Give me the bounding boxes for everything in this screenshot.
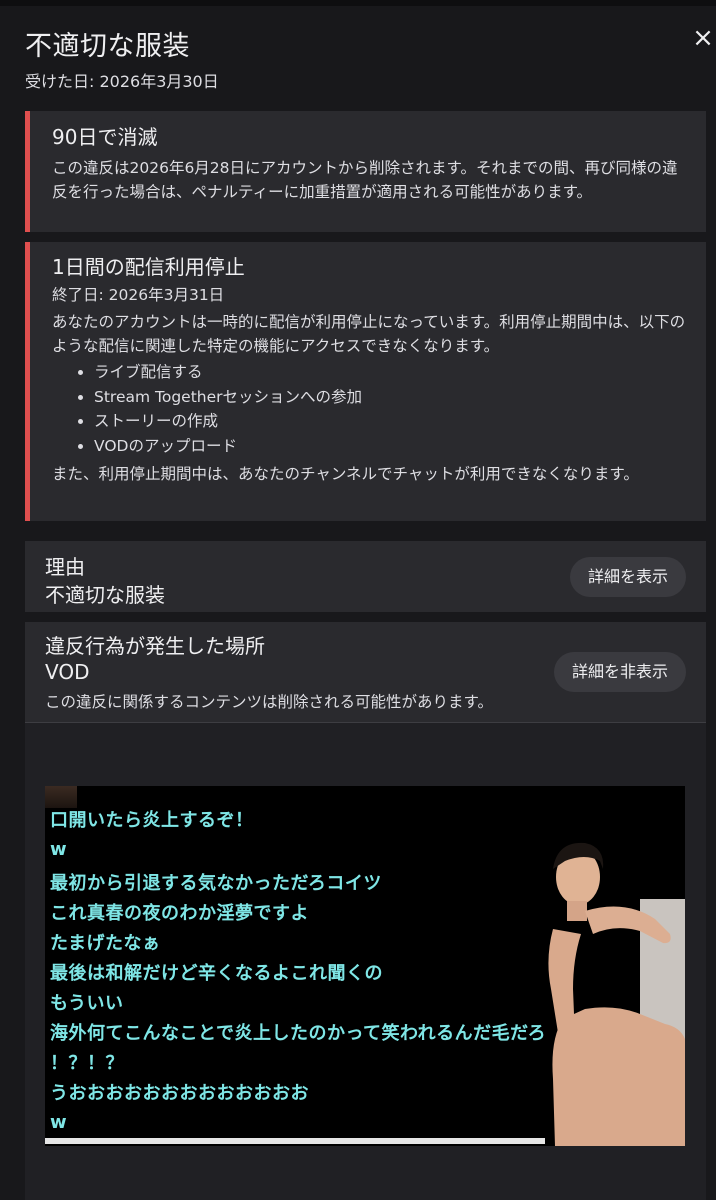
list-item: VODのアップロード — [94, 434, 692, 459]
location-section: 違反行為が発生した場所 VOD この違反に関係するコンテンツは削除される可能性が… — [25, 622, 706, 722]
received-date: 受けた日: 2026年3月30日 — [25, 72, 219, 91]
list-item: ストーリーの作成 — [94, 409, 692, 434]
list-item: Stream Togetherセッションへの参加 — [94, 385, 692, 410]
list-item: ライブ配信する — [94, 360, 692, 385]
chat-line: 最初から引退する気なかっただろコイツ — [50, 873, 382, 894]
suspension-end-date: 終了日: 2026年3月31日 — [52, 286, 225, 304]
reason-label: 理由 — [45, 555, 85, 579]
dialog-title: 不適切な服装 — [25, 31, 190, 62]
chat-line: w — [50, 1112, 68, 1133]
playback-progress-bar[interactable] — [45, 1138, 545, 1144]
close-icon[interactable]: × — [690, 24, 716, 52]
location-value: VOD — [45, 660, 90, 684]
vod-frame[interactable]: 口開いたら炎上するぞ！ w 最初から引退する気なかっただろコイツ これ真春の夜の… — [45, 786, 685, 1146]
chat-line: ！？！？ — [50, 1053, 124, 1074]
chat-line: うおおおおおおおおおおおおお — [50, 1083, 309, 1104]
hide-details-button[interactable]: 詳細を非表示 — [553, 652, 686, 692]
chat-line: もういい — [50, 993, 124, 1014]
show-details-button[interactable]: 詳細を表示 — [569, 557, 686, 597]
expiration-card: 90日で消滅 この違反は2026年6月28日にアカウントから削除されます。それま… — [25, 111, 706, 232]
chat-avatar — [45, 786, 77, 808]
location-label: 違反行為が発生した場所 — [45, 634, 265, 658]
chat-line: 最後は和解だけど辛くなるよこれ聞くの — [50, 963, 383, 984]
location-note: この違反に関係するコンテンツは削除される可能性があります。 — [45, 693, 493, 711]
chat-line: これ真春の夜のわか淫夢ですよ — [50, 903, 309, 924]
suspension-title: 1日間の配信利用停止 — [52, 255, 245, 279]
webcam-figure — [545, 839, 685, 1146]
reason-value: 不適切な服装 — [45, 583, 165, 607]
expiration-title: 90日で消滅 — [52, 125, 158, 149]
top-edge-bar — [0, 0, 716, 6]
chat-line: w — [50, 839, 68, 860]
suspension-body: あなたのアカウントは一時的に配信が利用停止になっています。利用停止期間中は、以下… — [52, 313, 686, 355]
suspension-footer: また、利用停止期間中は、あなたのチャンネルでチャットが利用できなくなります。 — [52, 465, 639, 483]
suspension-card: 1日間の配信利用停止 終了日: 2026年3月31日 あなたのアカウントは一時的… — [25, 242, 706, 521]
restricted-features-list: ライブ配信する Stream Togetherセッションへの参加 ストーリーの作… — [52, 360, 692, 458]
expiration-body: この違反は2026年6月28日にアカウントから削除されます。それまでの間、再び同… — [52, 159, 678, 201]
reason-section: 理由 不適切な服装 詳細を表示 — [25, 541, 706, 612]
chat-line: 口開いたら炎上するぞ！ — [50, 810, 254, 831]
chat-line: たまげたなぁ — [50, 933, 161, 954]
chat-line: 海外何てこんなことで炎上したのかって笑われるんだ毛だろ — [50, 1023, 547, 1044]
